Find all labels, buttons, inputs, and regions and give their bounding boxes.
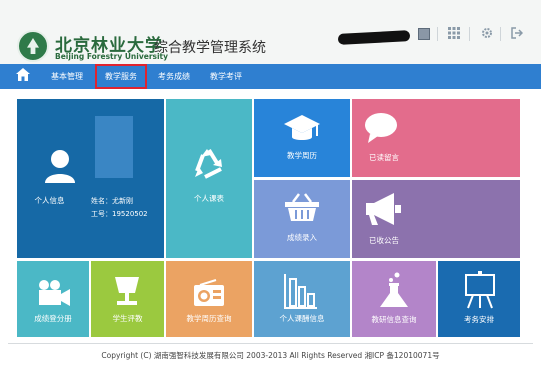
header-divider [500, 27, 501, 41]
radio-icon [194, 279, 224, 311]
gear-icon[interactable] [479, 27, 495, 41]
tile-grade-entry-label: 成绩录入 [287, 233, 317, 242]
easel-board-icon [465, 271, 495, 313]
redacted-username [337, 30, 411, 45]
tile-lab-info-query[interactable]: 教研信息查询 [352, 261, 436, 337]
tile-student-evaluation-label: 学生评教 [112, 314, 143, 323]
tile-student-evaluation[interactable]: 学生评教 [91, 261, 164, 337]
system-title: 综合教学管理系统 [154, 40, 266, 56]
bar-chart-icon [284, 273, 318, 313]
tile-personal-pay-info[interactable]: 个人课酬信息 [254, 261, 350, 337]
user-avatar[interactable] [418, 28, 430, 40]
tile-grade-registration[interactable]: 成绩登分册 [17, 261, 89, 337]
recycle-icon [191, 147, 227, 185]
home-icon[interactable] [14, 68, 32, 85]
user-icon [45, 149, 75, 187]
nav-item-exam-grades[interactable]: 考务成绩 [151, 64, 197, 89]
basket-icon [285, 192, 319, 226]
header-divider [437, 27, 438, 41]
profile-label: 个人信息 [34, 196, 65, 205]
megaphone-icon [364, 191, 404, 231]
footer-copyright: Copyright (C) 湖南强智科技发展有限公司 2003-2013 All… [101, 351, 440, 360]
tile-course-calendar-query-label: 教学周历查询 [186, 314, 232, 323]
tile-personal-pay-info-label: 个人课酬信息 [279, 314, 325, 323]
university-seal-logo [17, 30, 49, 62]
tile-teaching-calendar-label: 教学周历 [287, 151, 317, 160]
nav-item-teaching-service[interactable]: 教学服务 [95, 64, 147, 89]
grid-icon[interactable] [446, 27, 462, 41]
tile-read-messages[interactable]: 已读留言 [352, 99, 520, 177]
tile-received-notices[interactable]: 已收公告 [352, 180, 520, 258]
tile-read-messages-label: 已读留言 [369, 153, 399, 162]
tile-exam-schedule-label: 考务安排 [464, 315, 494, 324]
nav-item-teaching-evaluation[interactable]: 教学考评 [203, 64, 249, 89]
graduation-cap-icon [284, 113, 320, 149]
tile-teaching-calendar[interactable]: 教学周历 [254, 99, 350, 177]
profile-id: 工号：19520502 [91, 210, 148, 218]
flask-icon [378, 271, 410, 313]
nav-item-basic-management[interactable]: 基本管理 [44, 64, 90, 89]
tile-grade-entry[interactable]: 成绩录入 [254, 180, 350, 258]
profile-name: 姓名：尤新刚 [91, 197, 133, 205]
tile-grade-registration-label: 成绩登分册 [34, 314, 72, 323]
tile-course-calendar-query[interactable]: 教学周历查询 [166, 261, 252, 337]
tile-lab-info-query-label: 教研信息查询 [371, 315, 417, 324]
tile-exam-schedule[interactable]: 考务安排 [438, 261, 520, 337]
speech-bubble-icon [364, 112, 398, 148]
footer-divider [8, 343, 533, 344]
header-divider [469, 27, 470, 41]
main-nav: 基本管理 教学服务 考务成绩 教学考评 [0, 64, 541, 89]
video-camera-icon [37, 279, 71, 311]
tile-received-notices-label: 已收公告 [369, 236, 399, 245]
header: 北京林业大学 Beijing Forestry University 综合教学管… [0, 0, 541, 64]
profile-tile[interactable]: 个人信息 姓名：尤新刚 工号：19520502 [17, 99, 164, 258]
tile-personal-course[interactable]: 个人课表 [166, 99, 252, 258]
university-name-en: Beijing Forestry University [55, 52, 169, 61]
tile-personal-course-label: 个人课表 [194, 194, 224, 203]
exit-icon[interactable] [509, 27, 525, 41]
lamp-icon [111, 275, 143, 311]
profile-photo-placeholder [95, 116, 133, 178]
page: 北京林业大学 Beijing Forestry University 综合教学管… [0, 0, 541, 369]
